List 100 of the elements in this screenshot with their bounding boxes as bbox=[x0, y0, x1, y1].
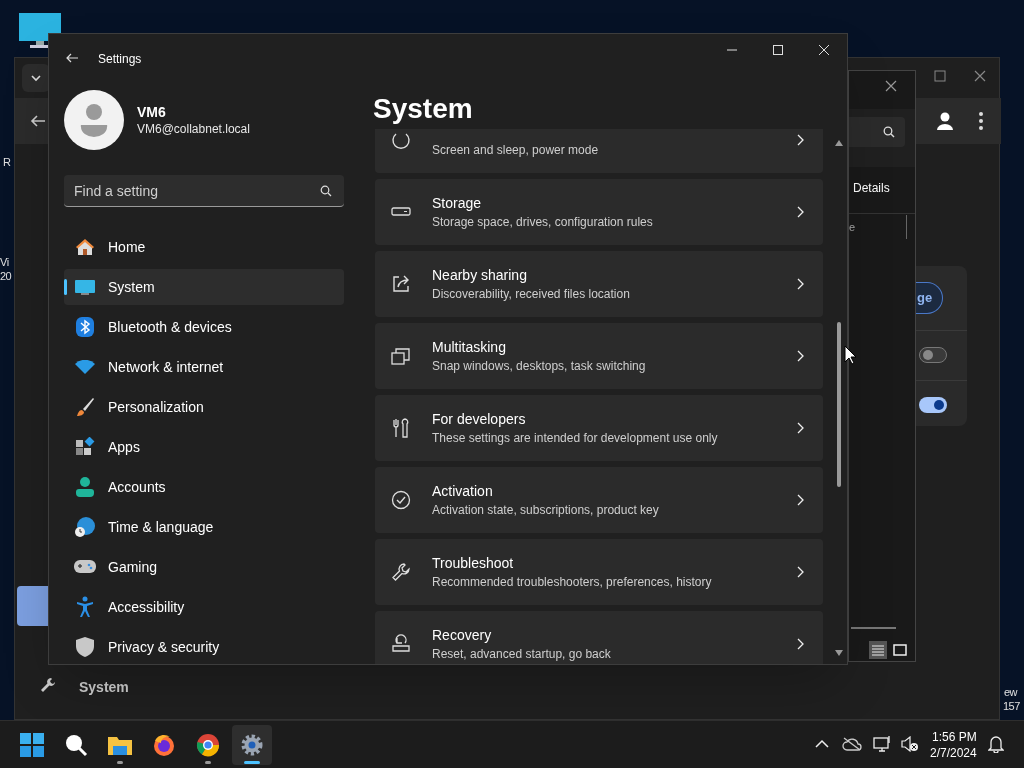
maximize-icon bbox=[773, 45, 783, 55]
clock-time: 1:56 PM bbox=[932, 729, 977, 745]
nav-label: Apps bbox=[108, 437, 140, 457]
user-email: VM6@collabnet.local bbox=[137, 121, 250, 137]
speaker-muted-icon[interactable] bbox=[900, 734, 920, 754]
toggle-switch[interactable] bbox=[919, 397, 947, 413]
close-icon[interactable] bbox=[885, 80, 897, 92]
maximize-icon[interactable] bbox=[934, 70, 946, 82]
card-title: For developers bbox=[432, 410, 527, 429]
clock[interactable]: 1:56 PM 2/7/2024 bbox=[930, 729, 977, 761]
card-description: These settings are intended for development use only bbox=[432, 430, 719, 447]
column-header[interactable]: e bbox=[849, 219, 856, 236]
tiles-view-icon[interactable] bbox=[891, 641, 909, 659]
tools-icon bbox=[391, 418, 411, 438]
search-field[interactable]: Find a setting bbox=[64, 175, 344, 207]
nav-label: Network & internet bbox=[108, 357, 224, 377]
search-icon bbox=[883, 126, 895, 138]
nav-label: Time & language bbox=[108, 517, 214, 537]
settings-card[interactable]: Storage Storage space, drives, configuration rules bbox=[375, 179, 823, 245]
nav-label: Gaming bbox=[108, 557, 158, 577]
user-name: VM6 bbox=[137, 103, 167, 121]
shield-icon bbox=[74, 636, 96, 658]
profile-icon[interactable] bbox=[935, 111, 955, 131]
apps-icon bbox=[74, 436, 96, 458]
nav-label: Bluetooth & devices bbox=[108, 317, 232, 337]
desktop-label: 157 bbox=[1003, 699, 1020, 713]
toggle-switch[interactable] bbox=[919, 347, 947, 363]
settings-card[interactable]: For developers These settings are intended for development use only bbox=[375, 395, 823, 461]
clock-date: 2/7/2024 bbox=[930, 745, 977, 761]
search-icon bbox=[320, 185, 332, 197]
bluetooth-icon bbox=[74, 316, 96, 338]
nav-item[interactable]: Gaming bbox=[64, 549, 344, 585]
nav-item[interactable]: Accessibility bbox=[64, 589, 344, 625]
chevron-right-icon bbox=[795, 493, 805, 507]
nav-item[interactable]: Network & internet bbox=[64, 349, 344, 385]
settings-card[interactable]: Multitasking Snap windows, desktops, task switching bbox=[375, 323, 823, 389]
search-field[interactable] bbox=[849, 117, 905, 147]
chrome-browser-icon bbox=[196, 733, 220, 757]
settings-card[interactable]: Nearby sharing Discoverability, received files location bbox=[375, 251, 823, 317]
nav-label: Accounts bbox=[108, 477, 166, 497]
settings-card[interactable]: Recovery Reset, advanced startup, go back bbox=[375, 611, 823, 664]
person-icon bbox=[74, 476, 96, 498]
back-arrow-icon[interactable] bbox=[65, 51, 79, 65]
nav-item[interactable]: Personalization bbox=[64, 389, 344, 425]
card-title: Recovery bbox=[432, 626, 493, 645]
close-icon[interactable] bbox=[974, 70, 986, 82]
nav-item[interactable]: Apps bbox=[64, 429, 344, 465]
folder-icon bbox=[107, 734, 133, 756]
monitor-icon[interactable] bbox=[18, 12, 62, 50]
taskbar-app[interactable] bbox=[232, 725, 272, 765]
share-icon bbox=[391, 274, 411, 294]
chevron-right-icon bbox=[795, 565, 805, 579]
card-title: Activation bbox=[432, 482, 494, 501]
windows-stack-icon bbox=[391, 346, 411, 366]
bell-icon[interactable] bbox=[987, 735, 1005, 753]
chevron-right-icon bbox=[795, 349, 805, 363]
scroll-up-icon[interactable] bbox=[835, 140, 843, 146]
house-icon bbox=[74, 236, 96, 258]
nav-item[interactable]: System bbox=[64, 269, 344, 305]
card-description: Activation state, subscriptions, product key bbox=[432, 502, 660, 519]
nav-item[interactable]: Bluetooth & devices bbox=[64, 309, 344, 345]
settings-card[interactable]: Screen and sleep, power mode bbox=[375, 129, 823, 173]
card-description: Storage space, drives, configuration rules bbox=[432, 214, 654, 231]
settings-card[interactable]: Troubleshoot Recommended troubleshooters, preferences, history bbox=[375, 539, 823, 605]
scrollbar-thumb[interactable] bbox=[837, 322, 841, 487]
nav-item[interactable]: Privacy & security bbox=[64, 629, 344, 665]
card-title: Troubleshoot bbox=[432, 554, 515, 573]
chevron-right-icon bbox=[795, 205, 805, 219]
card-title: Nearby sharing bbox=[432, 266, 528, 285]
chevron-down-icon[interactable] bbox=[22, 64, 50, 92]
wrench-icon bbox=[391, 562, 411, 582]
globe-clock-icon bbox=[74, 516, 96, 538]
nav-item[interactable]: Accounts bbox=[64, 469, 344, 505]
desktop-label: Vi bbox=[0, 255, 9, 269]
card-description: Reset, advanced startup, go back bbox=[432, 646, 612, 663]
nav-label: Home bbox=[108, 237, 146, 257]
nav-item[interactable]: Time & language bbox=[64, 509, 344, 545]
network-icon[interactable] bbox=[873, 734, 893, 754]
details-tab[interactable]: Details bbox=[853, 179, 890, 197]
card-description: Recommended troubleshooters, preferences, history bbox=[432, 574, 713, 591]
card-description: Screen and sleep, power mode bbox=[432, 142, 600, 159]
chevron-right-icon bbox=[795, 133, 805, 147]
nav-label: Personalization bbox=[108, 397, 204, 417]
more-icon[interactable] bbox=[977, 111, 985, 131]
avatar bbox=[64, 90, 124, 150]
card-description: Snap windows, desktops, task switching bbox=[432, 358, 647, 375]
page-heading: System bbox=[373, 92, 474, 126]
desktop-label: 20 bbox=[0, 269, 12, 283]
card-title: Multitasking bbox=[432, 338, 507, 357]
nav-label: Accessibility bbox=[108, 597, 185, 617]
nav-item[interactable]: Home bbox=[64, 229, 344, 265]
paintbrush-icon bbox=[74, 396, 96, 418]
scroll-down-icon[interactable] bbox=[835, 650, 843, 656]
gear-icon bbox=[240, 733, 264, 757]
chevron-right-icon bbox=[795, 277, 805, 291]
nav-label: System bbox=[108, 277, 155, 297]
sidebar-item[interactable]: System bbox=[79, 677, 129, 698]
chevron-right-icon bbox=[795, 637, 805, 651]
search-icon bbox=[64, 733, 88, 757]
settings-card[interactable]: Activation Activation state, subscriptions, product key bbox=[375, 467, 823, 533]
